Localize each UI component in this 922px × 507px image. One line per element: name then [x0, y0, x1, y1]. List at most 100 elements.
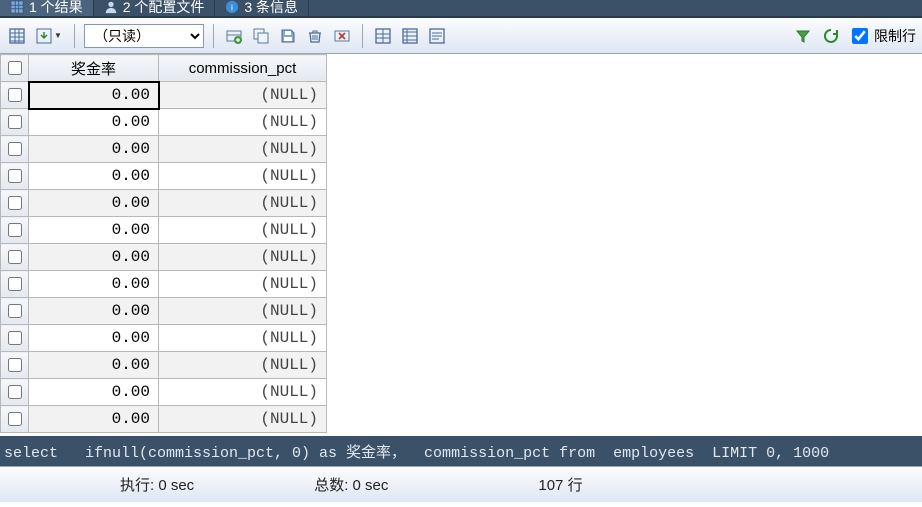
row-checkbox[interactable] — [8, 196, 22, 210]
cell-commission-pct[interactable]: (NULL) — [159, 325, 327, 352]
row-checkbox[interactable] — [8, 277, 22, 291]
cell-bonus-rate[interactable]: 0.00 — [29, 406, 159, 433]
limit-rows-checkbox[interactable] — [852, 28, 868, 44]
cell-commission-pct[interactable]: (NULL) — [159, 352, 327, 379]
table-row[interactable]: 0.00(NULL) — [1, 244, 327, 271]
row-checkbox-cell[interactable] — [1, 298, 29, 325]
cell-bonus-rate[interactable]: 0.00 — [29, 298, 159, 325]
cell-bonus-rate[interactable]: 0.00 — [29, 163, 159, 190]
row-checkbox-cell[interactable] — [1, 109, 29, 136]
save-icon[interactable] — [277, 25, 299, 47]
row-checkbox-cell[interactable] — [1, 190, 29, 217]
tab-profiles[interactable]: 2 个配置文件 — [94, 0, 216, 16]
view-grid-icon[interactable] — [372, 25, 394, 47]
select-all-checkbox[interactable] — [8, 61, 22, 75]
table-row[interactable]: 0.00(NULL) — [1, 298, 327, 325]
cell-bonus-rate[interactable]: 0.00 — [29, 217, 159, 244]
table-row[interactable]: 0.00(NULL) — [1, 379, 327, 406]
duplicate-row-icon[interactable] — [250, 25, 272, 47]
export-dropdown[interactable]: ▼ — [33, 25, 65, 47]
mode-select[interactable]: （只读） — [84, 24, 204, 48]
result-tabs: 1 个结果 2 个配置文件 i 3 条信息 — [0, 0, 922, 18]
cell-commission-pct[interactable]: (NULL) — [159, 136, 327, 163]
row-checkbox-cell[interactable] — [1, 406, 29, 433]
row-checkbox[interactable] — [8, 169, 22, 183]
query-bar: select ifnull(commission_pct, 0) as 奖金率，… — [0, 436, 922, 466]
row-checkbox-cell[interactable] — [1, 217, 29, 244]
table-row[interactable]: 0.00(NULL) — [1, 82, 327, 109]
cell-bonus-rate[interactable]: 0.00 — [29, 325, 159, 352]
tab-label: 1 个结果 — [29, 0, 83, 17]
row-checkbox[interactable] — [8, 304, 22, 318]
status-exec: 执行: 0 sec — [110, 474, 204, 495]
filter-icon[interactable] — [792, 25, 814, 47]
column-header[interactable]: 奖金率 — [29, 55, 159, 82]
tab-results[interactable]: 1 个结果 — [0, 0, 94, 16]
cell-commission-pct[interactable]: (NULL) — [159, 379, 327, 406]
cell-bonus-rate[interactable]: 0.00 — [29, 379, 159, 406]
cell-commission-pct[interactable]: (NULL) — [159, 190, 327, 217]
table-row[interactable]: 0.00(NULL) — [1, 190, 327, 217]
column-header[interactable]: commission_pct — [159, 55, 327, 82]
refresh-icon[interactable] — [820, 25, 842, 47]
row-checkbox[interactable] — [8, 250, 22, 264]
row-checkbox-cell[interactable] — [1, 325, 29, 352]
limit-rows-label: 限制行 — [874, 26, 916, 46]
profile-icon — [104, 0, 118, 14]
cell-commission-pct[interactable]: (NULL) — [159, 109, 327, 136]
row-checkbox-cell[interactable] — [1, 136, 29, 163]
table-row[interactable]: 0.00(NULL) — [1, 136, 327, 163]
table-row[interactable]: 0.00(NULL) — [1, 217, 327, 244]
row-checkbox-cell[interactable] — [1, 163, 29, 190]
cell-commission-pct[interactable]: (NULL) — [159, 271, 327, 298]
table-row[interactable]: 0.00(NULL) — [1, 352, 327, 379]
table-row[interactable]: 0.00(NULL) — [1, 271, 327, 298]
cell-commission-pct[interactable]: (NULL) — [159, 217, 327, 244]
grid-view-icon[interactable] — [6, 25, 28, 47]
cell-commission-pct[interactable]: (NULL) — [159, 406, 327, 433]
cell-bonus-rate[interactable]: 0.00 — [29, 352, 159, 379]
row-checkbox[interactable] — [8, 412, 22, 426]
cell-commission-pct[interactable]: (NULL) — [159, 82, 327, 109]
row-checkbox[interactable] — [8, 358, 22, 372]
tab-label: 3 条信息 — [244, 0, 298, 17]
table-row[interactable]: 0.00(NULL) — [1, 163, 327, 190]
cell-commission-pct[interactable]: (NULL) — [159, 163, 327, 190]
add-row-icon[interactable] — [223, 25, 245, 47]
row-checkbox-cell[interactable] — [1, 244, 29, 271]
row-checkbox-cell[interactable] — [1, 82, 29, 109]
row-checkbox[interactable] — [8, 115, 22, 129]
row-checkbox[interactable] — [8, 385, 22, 399]
cell-commission-pct[interactable]: (NULL) — [159, 298, 327, 325]
row-checkbox-cell[interactable] — [1, 379, 29, 406]
tab-label: 2 个配置文件 — [123, 0, 205, 17]
cell-bonus-rate[interactable]: 0.00 — [29, 190, 159, 217]
view-form-icon[interactable] — [399, 25, 421, 47]
cell-bonus-rate[interactable]: 0.00 — [29, 244, 159, 271]
row-checkbox-cell[interactable] — [1, 271, 29, 298]
table-row[interactable]: 0.00(NULL) — [1, 109, 327, 136]
select-all-cell[interactable] — [1, 55, 29, 82]
row-checkbox[interactable] — [8, 223, 22, 237]
row-checkbox-cell[interactable] — [1, 352, 29, 379]
cell-commission-pct[interactable]: (NULL) — [159, 244, 327, 271]
cell-bonus-rate[interactable]: 0.00 — [29, 136, 159, 163]
grid-toolbar: ▼ （只读） 限制行 — [0, 18, 922, 54]
table-row[interactable]: 0.00(NULL) — [1, 406, 327, 433]
query-text: select ifnull(commission_pct, 0) as 奖金率，… — [4, 441, 829, 462]
cancel-icon[interactable] — [331, 25, 353, 47]
row-checkbox[interactable] — [8, 88, 22, 102]
cell-bonus-rate[interactable]: 0.00 — [29, 271, 159, 298]
view-text-icon[interactable] — [426, 25, 448, 47]
status-rows: 107 行 — [528, 474, 592, 495]
cell-bonus-rate[interactable]: 0.00 — [29, 82, 159, 109]
cell-bonus-rate[interactable]: 0.00 — [29, 109, 159, 136]
info-icon: i — [225, 0, 239, 14]
limit-rows-toggle[interactable]: 限制行 — [848, 25, 916, 47]
table-row[interactable]: 0.00(NULL) — [1, 325, 327, 352]
tab-messages[interactable]: i 3 条信息 — [215, 0, 309, 16]
row-checkbox[interactable] — [8, 142, 22, 156]
row-checkbox[interactable] — [8, 331, 22, 345]
delete-icon[interactable] — [304, 25, 326, 47]
status-bar: 执行: 0 sec 总数: 0 sec 107 行 — [0, 466, 922, 502]
